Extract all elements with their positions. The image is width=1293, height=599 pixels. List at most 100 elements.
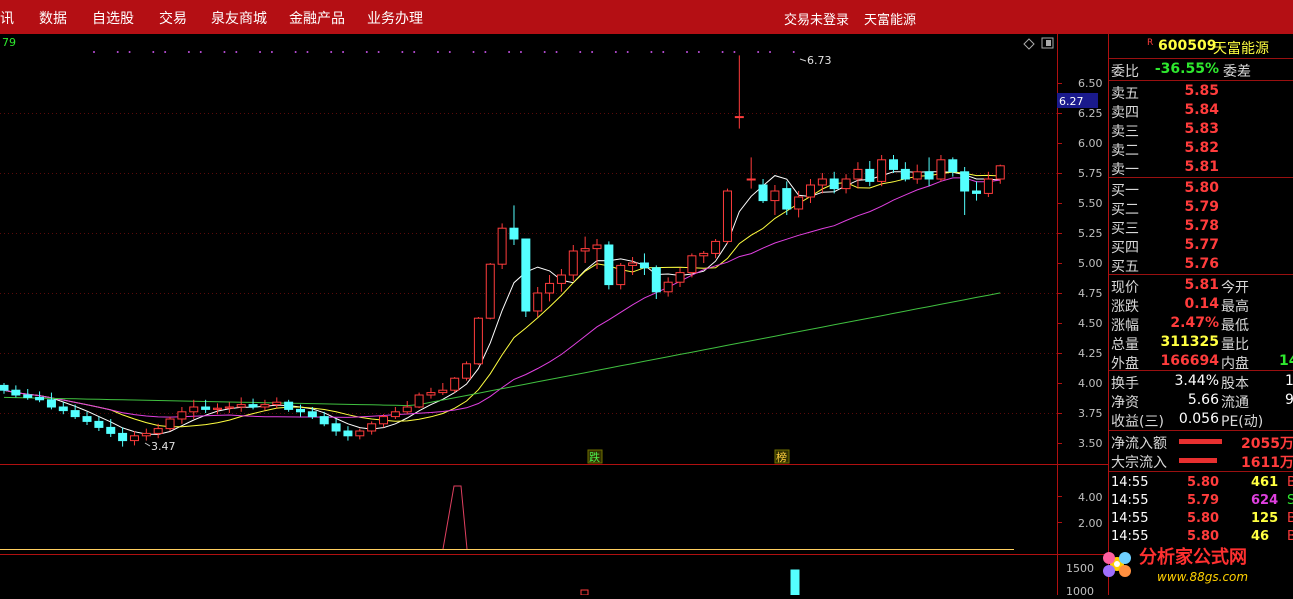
menu-news[interactable]: 讯 xyxy=(0,8,14,28)
candle[interactable] xyxy=(165,416,175,431)
candle[interactable] xyxy=(936,155,946,182)
event-marker-list[interactable]: 榜 xyxy=(776,450,787,464)
candle[interactable] xyxy=(497,223,507,269)
candle[interactable] xyxy=(414,392,424,409)
candle[interactable] xyxy=(260,399,270,411)
candle[interactable] xyxy=(141,428,151,441)
candle[interactable] xyxy=(568,245,578,281)
stat-label-2: 今开 xyxy=(1221,280,1249,296)
candle[interactable] xyxy=(58,402,68,415)
fund-extra: 1 xyxy=(1285,373,1293,389)
candle[interactable] xyxy=(129,431,139,446)
candle[interactable] xyxy=(390,407,400,419)
weibi-value: -36.55% xyxy=(1154,61,1219,77)
candle[interactable] xyxy=(177,407,187,424)
menu-data[interactable]: 数据 xyxy=(39,8,67,28)
stat-value: 2.47% xyxy=(1170,315,1219,331)
candle[interactable] xyxy=(770,185,780,215)
candle[interactable] xyxy=(758,179,768,203)
candle[interactable] xyxy=(331,419,341,436)
candle-body xyxy=(545,282,555,294)
candle[interactable] xyxy=(580,236,590,263)
candle[interactable] xyxy=(367,421,377,435)
candle[interactable] xyxy=(284,399,294,412)
candle[interactable] xyxy=(248,398,258,410)
bid-row: 买二 5.79 xyxy=(1109,199,1293,218)
candle[interactable] xyxy=(545,275,555,302)
candle[interactable] xyxy=(972,181,982,201)
trade-flag: S xyxy=(1287,493,1293,508)
candle[interactable] xyxy=(948,157,958,177)
candle[interactable] xyxy=(224,402,234,413)
candle[interactable] xyxy=(70,404,80,419)
candle[interactable] xyxy=(462,361,472,381)
candle[interactable] xyxy=(35,391,45,403)
candle[interactable] xyxy=(616,263,626,290)
candle[interactable] xyxy=(438,383,448,395)
candle[interactable] xyxy=(900,162,910,182)
candle[interactable] xyxy=(841,174,851,194)
candle[interactable] xyxy=(473,317,483,365)
candle[interactable] xyxy=(794,191,804,218)
candle-body xyxy=(722,190,732,242)
event-marker-fall[interactable]: 跌 xyxy=(589,450,600,464)
window-icon[interactable] xyxy=(1041,37,1054,49)
candle[interactable] xyxy=(236,397,246,412)
candle[interactable] xyxy=(0,383,9,394)
candle[interactable] xyxy=(711,239,721,259)
stat-row: 涨跌 0.14 最高 xyxy=(1109,296,1293,315)
candle[interactable] xyxy=(805,179,815,203)
candle[interactable] xyxy=(343,426,353,441)
candle[interactable] xyxy=(722,188,732,244)
candle[interactable] xyxy=(865,161,875,187)
candle[interactable] xyxy=(675,267,685,287)
candle-body xyxy=(675,272,685,283)
candle[interactable] xyxy=(995,164,1005,184)
candle-body xyxy=(711,240,721,254)
menu-finance-products[interactable]: 金融产品 xyxy=(289,8,345,28)
stat-label: 涨跌 xyxy=(1111,299,1139,315)
candle[interactable] xyxy=(699,251,709,263)
candle[interactable] xyxy=(782,181,792,215)
candle[interactable] xyxy=(450,377,460,393)
candle[interactable] xyxy=(533,287,543,317)
menu-mall[interactable]: 泉友商城 xyxy=(211,8,267,28)
volume-bar-2 xyxy=(580,589,589,595)
candle[interactable] xyxy=(94,416,104,431)
candle[interactable] xyxy=(663,277,673,297)
candle[interactable] xyxy=(889,155,898,173)
candle[interactable] xyxy=(379,414,389,428)
signal-dots-row xyxy=(93,51,795,53)
candle[interactable] xyxy=(960,167,970,215)
candle[interactable] xyxy=(853,162,863,189)
menu-business[interactable]: 业务办理 xyxy=(367,8,423,28)
candle[interactable] xyxy=(521,238,531,317)
candle[interactable] xyxy=(11,385,21,398)
candle[interactable] xyxy=(106,419,116,437)
candle[interactable] xyxy=(355,428,365,440)
signal-dot xyxy=(721,51,724,53)
login-status[interactable]: 交易未登录 xyxy=(784,9,849,28)
candle[interactable] xyxy=(272,397,282,409)
candle[interactable] xyxy=(485,263,495,320)
candle[interactable] xyxy=(912,164,922,184)
candle[interactable] xyxy=(628,257,638,275)
candle[interactable] xyxy=(46,392,56,410)
candle[interactable] xyxy=(118,427,128,447)
menu-trade[interactable]: 交易 xyxy=(159,8,187,28)
candle[interactable] xyxy=(639,253,649,275)
candle-body xyxy=(817,178,827,186)
diamond-icon[interactable] xyxy=(1023,38,1035,50)
candle[interactable] xyxy=(509,205,519,245)
candle-body xyxy=(402,406,412,413)
candle[interactable] xyxy=(734,55,744,129)
candle[interactable] xyxy=(556,269,566,292)
candle[interactable] xyxy=(924,157,934,187)
candle[interactable] xyxy=(402,401,412,415)
r-badge-icon: R xyxy=(1147,38,1154,48)
candle[interactable] xyxy=(877,155,887,187)
kline-chart[interactable]: 79 6.50 6.25 6.00 5.75 5.50 5.25 5.00 4.75 4.50 4… xyxy=(0,34,1109,595)
candle[interactable] xyxy=(426,387,436,399)
menu-watchlist[interactable]: 自选股 xyxy=(92,8,134,28)
candle[interactable] xyxy=(604,241,614,290)
